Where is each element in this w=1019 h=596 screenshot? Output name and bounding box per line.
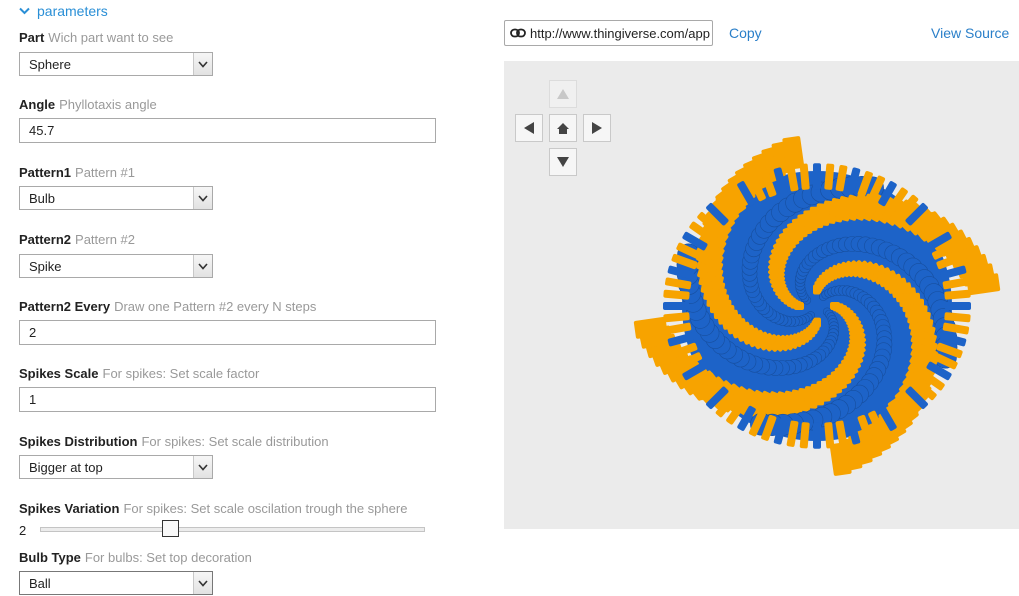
param-spikes-scale: Spikes Scale For spikes: Set scale factor… <box>19 366 449 412</box>
chevron-down-icon <box>193 187 212 209</box>
param-label: Angle Phyllotaxis angle <box>19 97 449 112</box>
phyllotaxis-sphere-model <box>633 136 1001 476</box>
pattern2-every-input[interactable]: 2 <box>19 320 436 345</box>
param-spikes-distribution: Spikes Distribution For spikes: Set scale… <box>19 434 449 479</box>
param-label: Spikes Variation For spikes: Set scale os… <box>19 501 449 516</box>
param-label: Pattern2 Every Draw one Pattern #2 every … <box>19 299 449 314</box>
share-url-text: http://www.thingiverse.com/app <box>530 25 710 41</box>
rim-spike <box>813 422 821 449</box>
chevron-down-icon <box>19 7 30 15</box>
param-description: Pattern #2 <box>75 232 136 247</box>
rim-spike <box>813 163 821 190</box>
spikes-distribution-select[interactable]: Bigger at top <box>19 455 213 479</box>
param-name: Pattern1 <box>19 165 72 180</box>
param-name: Spikes Scale <box>19 366 99 381</box>
parameters-section-toggle[interactable]: parameters <box>19 1 108 21</box>
link-icon <box>510 28 526 38</box>
param-description: For bulbs: Set top decoration <box>84 550 252 565</box>
param-bulb-type: Bulb Type For bulbs: Set top decoration B… <box>19 550 449 595</box>
angle-input[interactable]: 45.7 <box>19 118 436 143</box>
view-source-link[interactable]: View Source <box>931 25 1009 41</box>
param-description: Wich part want to see <box>48 30 174 45</box>
select-value: Bigger at top <box>29 460 103 475</box>
slider-value: 2 <box>19 523 27 538</box>
param-description: For spikes: Set scale factor <box>102 366 260 381</box>
spikes-scale-input[interactable]: 1 <box>19 387 436 412</box>
chevron-down-icon <box>193 255 212 277</box>
param-description: Pattern #1 <box>75 165 136 180</box>
param-label: Spikes Distribution For spikes: Set scale… <box>19 434 449 449</box>
model-group <box>633 136 1001 476</box>
param-name: Spikes Distribution <box>19 434 138 449</box>
param-part: Part Wich part want to see Sphere <box>19 30 449 76</box>
copy-link[interactable]: Copy <box>729 25 762 41</box>
param-pattern1: Pattern1 Pattern #1 Bulb <box>19 165 449 210</box>
select-value: Bulb <box>29 191 56 206</box>
section-title: parameters <box>37 3 108 19</box>
param-pattern2: Pattern2 Pattern #2 Spike <box>19 232 449 278</box>
select-value: Ball <box>29 576 51 591</box>
param-label: Part Wich part want to see <box>19 30 449 45</box>
param-pattern2-every: Pattern2 Every Draw one Pattern #2 every … <box>19 299 449 345</box>
param-description: For spikes: Set scale distribution <box>141 434 329 449</box>
param-label: Pattern1 Pattern #1 <box>19 165 449 180</box>
bulb-type-select[interactable]: Ball <box>19 571 213 595</box>
select-value: Sphere <box>29 57 71 72</box>
part-select[interactable]: Sphere <box>19 52 213 76</box>
param-label: Bulb Type For bulbs: Set top decoration <box>19 550 449 565</box>
spikes-variation-slider[interactable] <box>40 527 425 532</box>
param-description: For spikes: Set scale oscilation trough … <box>123 501 408 516</box>
param-name: Spikes Variation <box>19 501 120 516</box>
pattern1-select[interactable]: Bulb <box>19 186 213 210</box>
param-name: Part <box>19 30 45 45</box>
param-description: Draw one Pattern #2 every N steps <box>114 299 317 314</box>
select-value: Spike <box>29 259 62 274</box>
param-name: Pattern2 <box>19 232 72 247</box>
chevron-down-icon <box>193 456 212 478</box>
3d-viewer[interactable] <box>504 61 1019 529</box>
param-name: Bulb Type <box>19 550 81 565</box>
rim-spike <box>663 302 689 310</box>
param-name: Angle <box>19 97 56 112</box>
share-url-field[interactable]: http://www.thingiverse.com/app <box>504 20 713 46</box>
param-label: Pattern2 Pattern #2 <box>19 232 449 247</box>
pattern2-select[interactable]: Spike <box>19 254 213 278</box>
param-spikes-variation: Spikes Variation For spikes: Set scale os… <box>19 501 449 538</box>
param-angle: Angle Phyllotaxis angle 45.7 <box>19 97 449 143</box>
rim-spike <box>945 302 971 310</box>
chevron-down-icon <box>193 53 212 75</box>
param-description: Phyllotaxis angle <box>59 97 157 112</box>
slider-thumb[interactable] <box>161 520 179 537</box>
param-name: Pattern2 Every <box>19 299 111 314</box>
chevron-down-icon <box>193 572 212 594</box>
param-label: Spikes Scale For spikes: Set scale factor <box>19 366 449 381</box>
